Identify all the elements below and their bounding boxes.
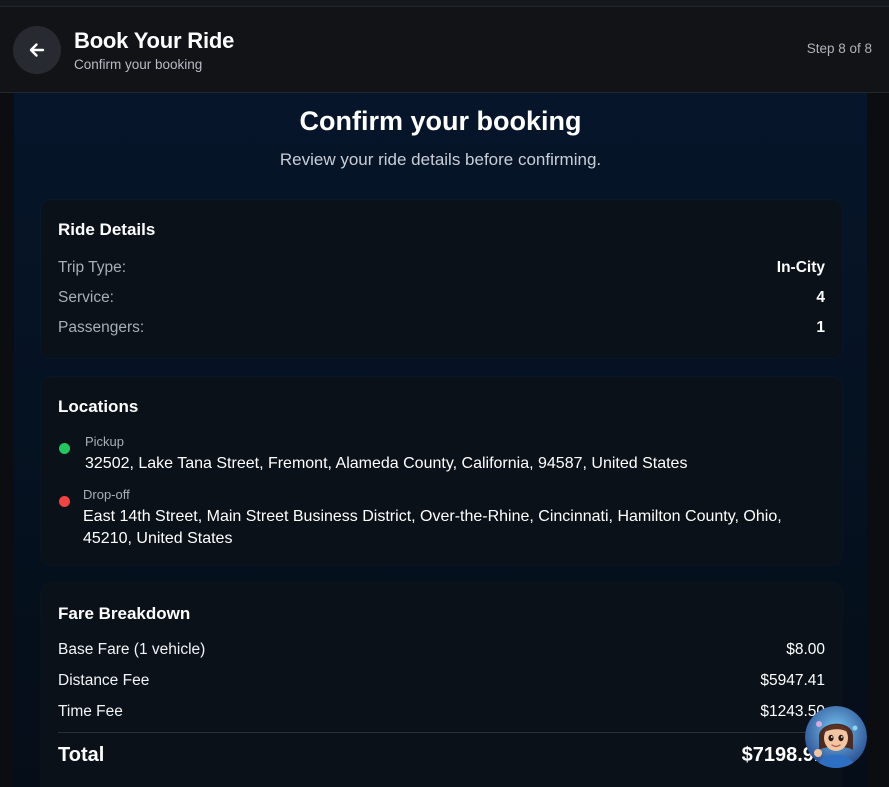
- locations-card: Locations Pickup 32502, Lake Tana Street…: [41, 377, 842, 565]
- ride-detail-value: 4: [816, 289, 825, 306]
- ride-detail-label: Trip Type:: [58, 259, 127, 276]
- arrow-left-icon: [29, 43, 45, 57]
- fare-label: Distance Fee: [58, 672, 150, 689]
- fare-label: Time Fee: [58, 703, 123, 720]
- dropoff-address: East 14th Street, Main Street Business D…: [83, 508, 782, 547]
- locations-title: Locations: [58, 397, 139, 416]
- fare-breakdown-card: Fare Breakdown Base Fare (1 vehicle) $8.…: [41, 583, 842, 787]
- back-button[interactable]: [13, 26, 61, 74]
- confirm-panel[interactable]: Confirm your booking Review your ride de…: [14, 93, 867, 787]
- pickup-location: Pickup 32502, Lake Tana Street, Fremont,…: [58, 434, 825, 474]
- fare-label: Base Fare (1 vehicle): [58, 641, 206, 658]
- header-title: Book Your Ride: [74, 28, 235, 53]
- fare-total-row: Total $7198.91: [58, 744, 825, 770]
- total-label: Total: [58, 744, 105, 766]
- fare-row: Time Fee $1243.50: [58, 703, 825, 723]
- fare-row: Distance Fee $5947.41: [58, 672, 825, 692]
- ride-detail-label: Passengers:: [58, 319, 145, 336]
- fare-value: $8.00: [786, 641, 825, 658]
- page-subtitle: Review your ride details before confirmi…: [279, 150, 602, 169]
- left-gutter: [0, 93, 14, 787]
- step-indicator: Step 8 of 8: [806, 41, 872, 56]
- fare-row: Base Fare (1 vehicle) $8.00: [58, 641, 825, 661]
- dropoff-dot-icon: [59, 496, 70, 507]
- page-title: Confirm your booking: [299, 106, 582, 136]
- fare-value: $5947.41: [760, 672, 825, 689]
- ride-details-card: Ride Details Trip Type: In-City Service:…: [41, 200, 842, 358]
- fare-title: Fare Breakdown: [58, 604, 191, 623]
- ride-detail-label: Service:: [58, 289, 114, 306]
- assistant-avatar-icon[interactable]: [805, 706, 867, 768]
- fare-divider: [58, 732, 825, 733]
- header-subtitle: Confirm your booking: [74, 57, 203, 72]
- ride-details-title: Ride Details: [58, 220, 156, 239]
- dropoff-label: Drop-off: [83, 487, 130, 502]
- dropoff-location: Drop-off East 14th Street, Main Street B…: [58, 487, 825, 549]
- right-gutter: [867, 93, 889, 787]
- ride-detail-row: Passengers: 1: [58, 319, 825, 339]
- ride-detail-row: Service: 4: [58, 289, 825, 309]
- pickup-label: Pickup: [85, 434, 125, 449]
- window-top-strip: [0, 0, 889, 7]
- ride-detail-value: 1: [816, 319, 825, 336]
- ride-detail-row: Trip Type: In-City: [58, 259, 825, 279]
- app-header: Book Your Ride Confirm your booking Step…: [0, 7, 889, 93]
- pickup-dot-icon: [59, 443, 70, 454]
- ride-detail-value: In-City: [776, 259, 825, 276]
- pickup-address: 32502, Lake Tana Street, Fremont, Alamed…: [85, 455, 688, 472]
